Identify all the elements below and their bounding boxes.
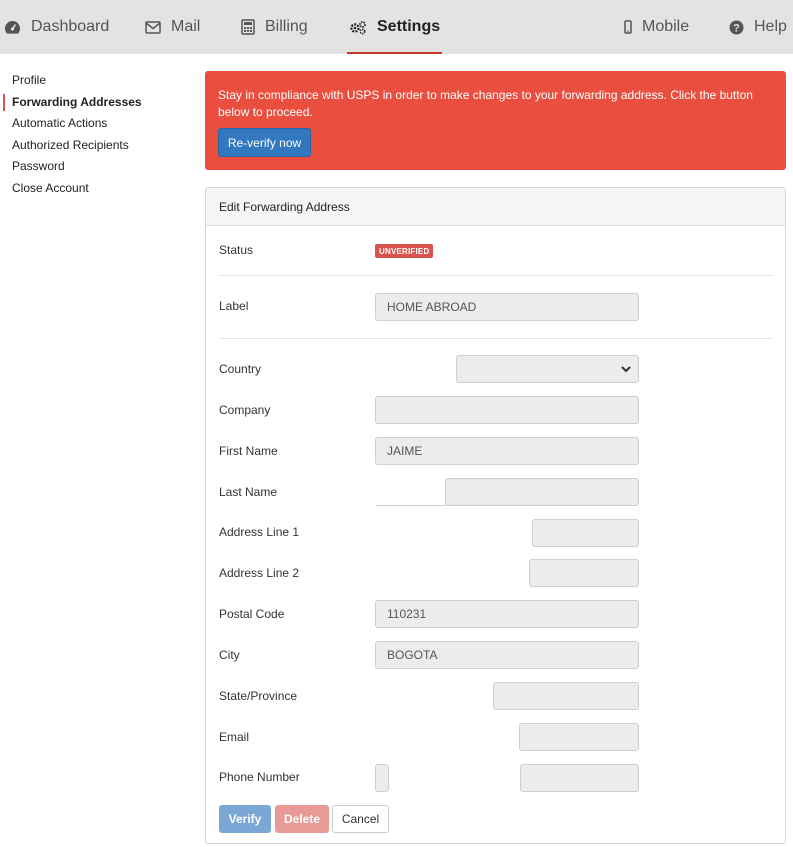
- nav-dashboard[interactable]: Dashboard: [4, 0, 109, 54]
- status-badge: UNVERIFIED: [375, 244, 434, 258]
- panel-title: Edit Forwarding Address: [206, 188, 785, 226]
- address-line-1-input[interactable]: [532, 519, 639, 547]
- sidebar-item-close-account[interactable]: Close Account: [0, 178, 190, 200]
- reverify-now-button[interactable]: Re-verify now: [218, 128, 311, 157]
- alert-message: Stay in compliance with USPS in order to…: [218, 88, 753, 119]
- chevron-down-icon: [620, 363, 632, 378]
- company-label: Company: [219, 403, 271, 417]
- calculator-icon: [241, 19, 255, 35]
- sidebar-item-password[interactable]: Password: [0, 156, 190, 178]
- mobile-phone-icon: [624, 20, 632, 34]
- edit-forwarding-address-panel: Edit Forwarding Address Status UNVERIFIE…: [205, 187, 786, 844]
- country-select[interactable]: [456, 355, 639, 383]
- phone-number-input[interactable]: [520, 764, 639, 792]
- sidebar-item-authorized-recipients[interactable]: Authorized Recipients: [0, 135, 190, 157]
- country-label: Country: [219, 362, 262, 376]
- phone-number-label: Phone Number: [219, 770, 300, 784]
- nav-help[interactable]: ? Help: [729, 0, 787, 54]
- first-name-label: First Name: [219, 444, 278, 458]
- email-label: Email: [219, 730, 250, 744]
- divider: [219, 338, 773, 339]
- postal-code-input[interactable]: 110231: [375, 600, 639, 628]
- delete-button[interactable]: Delete: [275, 805, 329, 833]
- sidebar-item-automatic-actions[interactable]: Automatic Actions: [0, 113, 190, 135]
- nav-mail[interactable]: Mail: [145, 0, 200, 54]
- city-label: City: [219, 648, 240, 662]
- phone-country-code-input[interactable]: [375, 764, 389, 792]
- state-province-label: State/Province: [219, 689, 298, 703]
- last-name-label: Last Name: [219, 485, 278, 499]
- question-circle-icon: ?: [729, 20, 744, 35]
- company-input[interactable]: [375, 396, 639, 424]
- address-line-2-label: Address Line 2: [219, 566, 300, 580]
- last-name-input[interactable]: [445, 478, 639, 506]
- label-field-label: Label: [219, 299, 249, 313]
- address-line-2-input[interactable]: [529, 559, 639, 587]
- sidebar-item-forwarding-addresses[interactable]: Forwarding Addresses: [0, 92, 190, 114]
- nav-billing[interactable]: Billing: [241, 0, 308, 54]
- status-label: Status: [219, 243, 254, 257]
- sidebar-item-profile[interactable]: Profile: [0, 70, 190, 92]
- field-underline: [376, 505, 446, 506]
- state-province-input[interactable]: [493, 682, 639, 710]
- nav-help-label: Help: [754, 18, 787, 35]
- address-line-1-label: Address Line 1: [219, 525, 300, 539]
- envelope-icon: [145, 20, 161, 34]
- nav-settings-label: Settings: [377, 18, 441, 35]
- gears-icon: [349, 20, 367, 35]
- verify-button[interactable]: Verify: [219, 805, 271, 833]
- email-input[interactable]: [519, 723, 639, 751]
- divider: [219, 275, 773, 276]
- dashboard-gauge-icon: [4, 20, 21, 35]
- postal-code-label: Postal Code: [219, 607, 285, 621]
- nav-mail-label: Mail: [171, 18, 201, 35]
- label-input[interactable]: HOME ABROAD: [375, 293, 639, 321]
- nav-mobile[interactable]: Mobile: [624, 0, 689, 54]
- compliance-alert: Stay in compliance with USPS in order to…: [205, 71, 786, 170]
- nav-dashboard-label: Dashboard: [31, 18, 110, 35]
- city-input[interactable]: BOGOTA: [375, 641, 639, 669]
- settings-sidebar: Profile Forwarding Addresses Automatic A…: [0, 70, 190, 200]
- first-name-input[interactable]: JAIME: [375, 437, 639, 465]
- cancel-button[interactable]: Cancel: [332, 805, 389, 833]
- nav-mobile-label: Mobile: [642, 18, 690, 35]
- nav-billing-label: Billing: [265, 18, 308, 35]
- nav-settings[interactable]: Settings: [346, 0, 443, 54]
- svg-text:?: ?: [733, 22, 740, 34]
- top-navigation: Dashboard Mail Billing Settings Mobile ?…: [0, 0, 793, 54]
